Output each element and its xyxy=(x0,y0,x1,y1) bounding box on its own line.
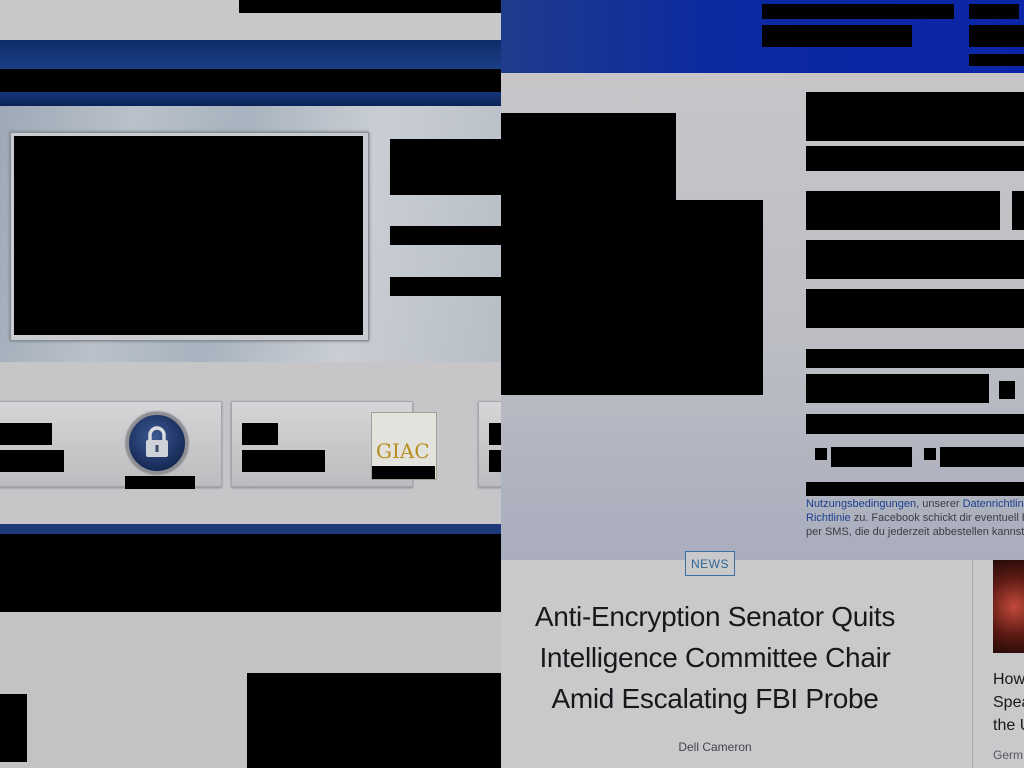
redacted-email-label xyxy=(762,4,954,19)
redacted-hero-link[interactable] xyxy=(390,277,501,296)
redacted-password-label xyxy=(969,4,1019,19)
right-browser-window: Nutzungsbedingungen, unserer Datenrichtl… xyxy=(501,0,1024,768)
redacted-first-name-input[interactable] xyxy=(806,191,1000,230)
legal-text-2: zu. Facebook schickt dir eventuell b xyxy=(850,512,1024,524)
redacted-hero-text xyxy=(390,226,501,245)
sidebar-title-line-1[interactable]: How xyxy=(993,668,1024,691)
redacted-card-title xyxy=(0,423,52,445)
redacted-gender-radio-2[interactable] xyxy=(924,448,936,460)
redacted-new-password-input[interactable] xyxy=(806,289,1024,328)
redacted-lock-caption xyxy=(125,476,195,489)
redacted-birthday-label xyxy=(806,349,1024,368)
sidebar-title-line-2[interactable]: Spea xyxy=(993,691,1024,714)
sidebar-story-title[interactable]: How Spea the U xyxy=(993,668,1024,737)
redacted-promo-image xyxy=(676,200,763,395)
sidebar-story-kicker: Germ xyxy=(993,748,1023,762)
article-headline[interactable]: Anti-Encryption Senator Quits Intelligen… xyxy=(513,596,917,719)
redacted-mobile-input[interactable] xyxy=(806,240,1024,279)
left-browser-window: GIAC xyxy=(0,0,501,768)
redacted-left-item xyxy=(0,694,27,762)
redacted-giac-caption xyxy=(372,466,435,479)
redacted-gender-label-2 xyxy=(940,447,1024,467)
data-policy-link[interactable]: Datenrichtlin xyxy=(963,498,1024,510)
redacted-password-input[interactable] xyxy=(969,25,1024,47)
column-divider xyxy=(972,560,973,768)
lock-icon xyxy=(126,412,188,474)
signup-legal-text: Nutzungsbedingungen, unserer Datenrichtl… xyxy=(806,497,1024,539)
redacted-promo-left xyxy=(501,113,676,395)
redacted-birthday-select[interactable] xyxy=(806,374,989,403)
sidebar-title-line-3[interactable]: the U xyxy=(993,714,1024,737)
redacted-gender-radio-1[interactable] xyxy=(815,448,827,460)
section-divider xyxy=(0,524,501,534)
headline-line-1[interactable]: Anti-Encryption Senator Quits xyxy=(513,596,917,637)
redacted-forgot-link[interactable] xyxy=(969,54,1024,66)
terms-link[interactable]: Nutzungsbedingungen xyxy=(806,498,916,510)
redacted-legal-first-line xyxy=(806,482,1024,496)
cookie-policy-link[interactable]: Richtlinie xyxy=(806,512,851,524)
redacted-nav-menu[interactable] xyxy=(0,69,501,92)
giac-logo-text: GIAC xyxy=(376,439,430,463)
secondary-nav-bar xyxy=(0,92,501,106)
legal-text-1: , unserer xyxy=(916,498,963,510)
redacted-giac-card-title xyxy=(242,423,278,445)
redacted-signup-heading xyxy=(806,92,1024,141)
article-author[interactable]: Dell Cameron xyxy=(615,740,815,754)
news-category-tag[interactable]: NEWS xyxy=(685,551,735,576)
redacted-hero-heading xyxy=(390,139,501,195)
redacted-signup-subheading xyxy=(806,146,1024,171)
headline-line-3[interactable]: Amid Escalating FBI Probe xyxy=(513,678,917,719)
redacted-card-subtitle xyxy=(0,450,64,472)
redacted-hero-image xyxy=(14,136,363,335)
redacted-top-nav xyxy=(239,0,501,13)
redacted-birthday-help-icon[interactable] xyxy=(999,381,1015,399)
redacted-lower-panel xyxy=(247,673,501,768)
redacted-last-name-input[interactable] xyxy=(1012,191,1024,230)
redacted-gender-label-1 xyxy=(831,447,912,467)
sidebar-story-thumbnail[interactable] xyxy=(993,560,1024,653)
redacted-third-card-title xyxy=(489,423,501,445)
primary-nav-bar xyxy=(0,40,501,69)
legal-text-3: per SMS, die du jederzeit abbestellen ka… xyxy=(806,526,1024,538)
redacted-section-banner xyxy=(0,534,501,612)
redacted-gender-label xyxy=(806,414,1024,434)
redacted-email-input[interactable] xyxy=(762,25,912,47)
headline-line-2[interactable]: Intelligence Committee Chair xyxy=(513,637,917,678)
redacted-third-card-subtitle xyxy=(489,450,501,472)
redacted-giac-card-subtitle xyxy=(242,450,325,472)
